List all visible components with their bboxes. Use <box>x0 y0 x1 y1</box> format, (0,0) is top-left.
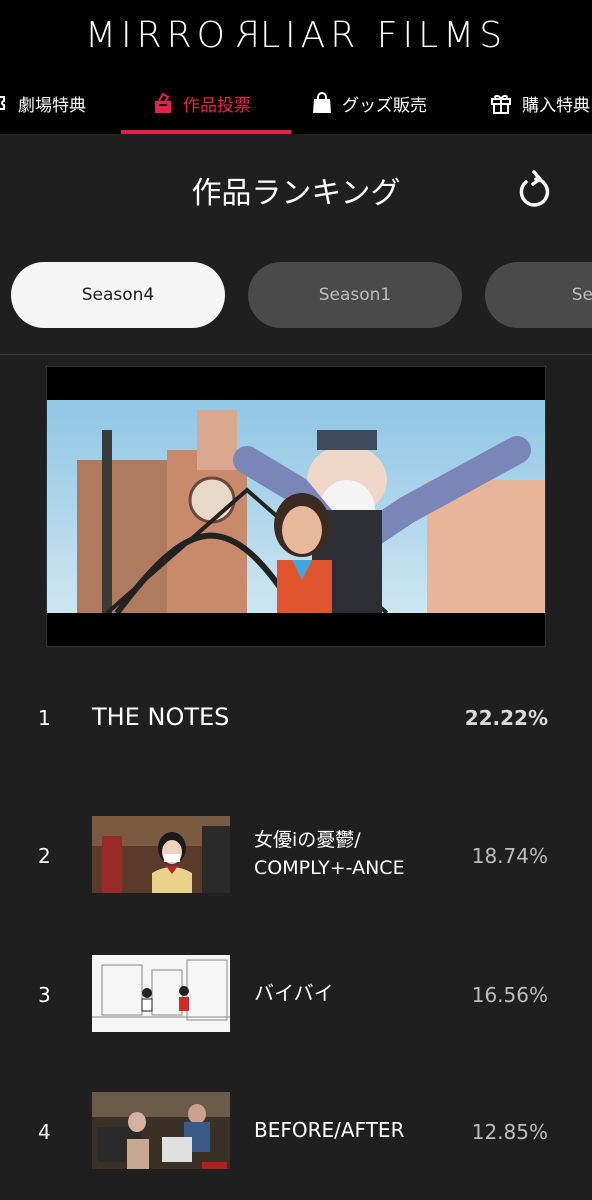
nav-label-purchase-bonus: 購入特典 <box>522 95 590 116</box>
refresh-icon[interactable] <box>512 170 556 214</box>
featured-video-still[interactable] <box>46 366 546 647</box>
work-thumbnail <box>92 816 230 893</box>
nav-item-goods[interactable]: グッズ販売 <box>312 74 427 132</box>
ballot-box-icon <box>155 92 171 113</box>
work-title: 女優iの憂鬱/ COMPLY+-ANCE <box>254 826 405 882</box>
ranking-row-4[interactable]: 4 BEFORE/AFTER 12.85% <box>0 1092 592 1169</box>
ticket-icon <box>0 96 5 110</box>
nav-item-purchase-bonus[interactable]: 購入特典 <box>490 74 590 132</box>
rank-number: 3 <box>38 983 51 1007</box>
rank-number: 4 <box>38 1120 51 1144</box>
nav-item-theater-bonus[interactable]: 劇場特典 <box>0 74 86 132</box>
vote-percentage: 12.85% <box>471 1120 548 1144</box>
nav-label-theater-bonus: 劇場特典 <box>18 95 86 116</box>
nav-label-vote: 作品投票 <box>183 95 251 116</box>
logo-text-prefix: MIRRO <box>84 15 230 56</box>
work-title-line-2: COMPLY+-ANCE <box>254 857 405 879</box>
nav-label-goods: グッズ販売 <box>342 95 427 116</box>
thumbnail-image <box>92 955 230 1032</box>
nav-item-vote[interactable]: 作品投票 <box>153 74 251 132</box>
ranking-row-2[interactable]: 2 女優iの憂鬱/ COMPLY+-ANCE 18.74% <box>0 816 592 893</box>
work-thumbnail <box>92 1092 230 1169</box>
work-title: バイバイ <box>254 981 334 1005</box>
ranking-row-1[interactable]: 1 THE NOTES 22.22% <box>0 698 592 738</box>
section-divider <box>0 354 592 355</box>
rank-number: 2 <box>38 844 51 868</box>
thumbnail-image <box>92 816 230 893</box>
work-title: BEFORE/AFTER <box>254 1118 405 1142</box>
shopping-bag-icon <box>313 92 331 113</box>
work-title: THE NOTES <box>92 703 230 731</box>
vote-percentage: 22.22% <box>464 706 548 730</box>
brand-logo[interactable]: MIRRORLIAR FILMS <box>0 14 592 58</box>
season-tabs: Season4 Season1 Seas <box>0 262 592 330</box>
work-thumbnail <box>92 955 230 1032</box>
vote-percentage: 16.56% <box>471 983 548 1007</box>
season-tab-partial[interactable]: Seas <box>485 262 592 328</box>
vote-percentage: 18.74% <box>471 844 548 868</box>
season-tab-4[interactable]: Season4 <box>11 262 225 328</box>
main-nav: 劇場特典 作品投票 グッズ販売 購入特典 <box>0 74 592 134</box>
ranking-header: 作品ランキング <box>0 134 592 254</box>
work-title-line-1: 女優iの憂鬱/ <box>254 829 361 851</box>
logo-mirrored-letter: R <box>229 15 260 56</box>
film-still-image <box>47 400 545 613</box>
thumbnail-image <box>92 1092 230 1169</box>
page-title: 作品ランキング <box>191 176 401 211</box>
top-bar: MIRRORLIAR FILMS 劇場特典 作品投票 グッズ販売 購入特典 <box>0 0 592 134</box>
season-tab-1[interactable]: Season1 <box>248 262 462 328</box>
gift-icon <box>491 95 511 114</box>
logo-text-suffix: LIAR FILMS <box>260 15 508 56</box>
ranking-row-3[interactable]: 3 バイバイ 16.56% <box>0 955 592 1032</box>
rank-number: 1 <box>38 706 51 730</box>
